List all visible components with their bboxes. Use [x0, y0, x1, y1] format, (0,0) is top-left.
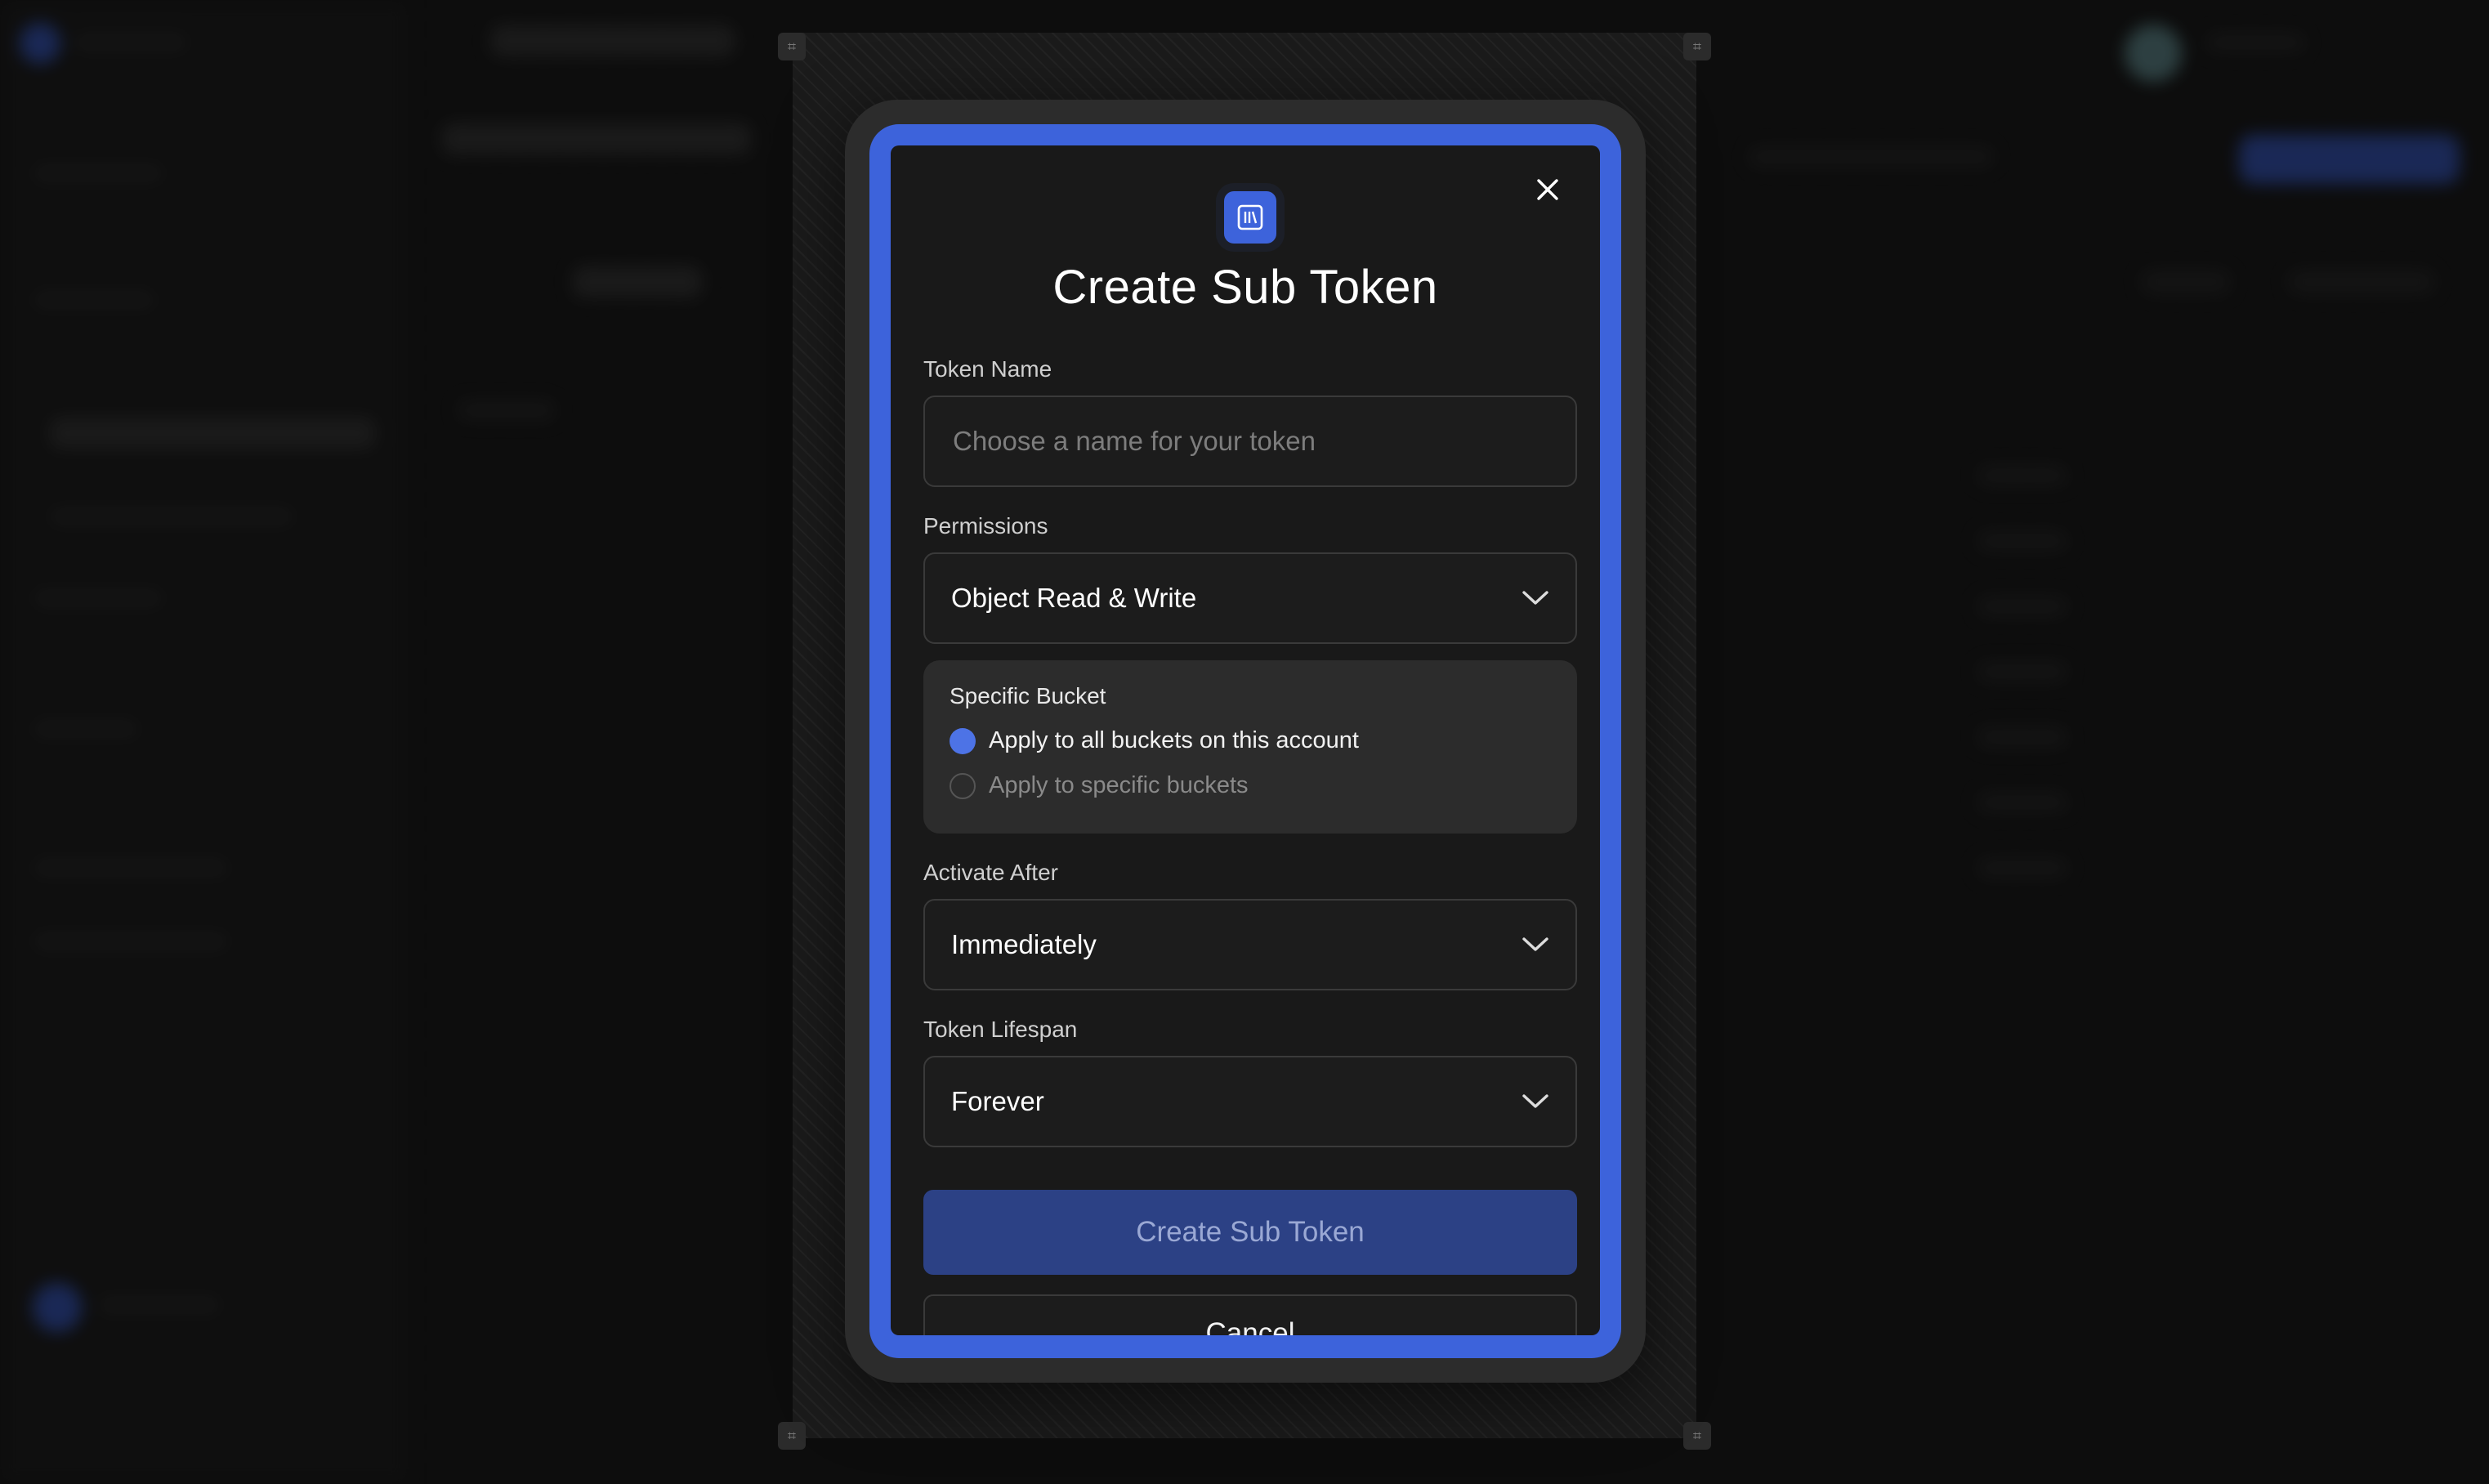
- radio-selected-icon[interactable]: [950, 727, 976, 754]
- token-lifespan-value: Forever: [951, 1086, 1044, 1116]
- modal-title: Create Sub Token: [1052, 261, 1438, 314]
- specific-bucket-title: Specific Bucket: [950, 683, 1106, 708]
- activate-after-select[interactable]: Immediately: [923, 899, 1577, 990]
- activate-after-label: Activate After: [923, 860, 1058, 885]
- bucket-icon: [1237, 204, 1263, 230]
- token-name-input[interactable]: [951, 425, 1549, 458]
- chevron-down-icon: [1522, 591, 1548, 605]
- token-name-label: Token Name: [923, 356, 1052, 382]
- permissions-label: Permissions: [923, 513, 1048, 539]
- permissions-value: Object Read & Write: [951, 583, 1197, 613]
- specific-bucket-panel: Specific Bucket Apply to all buckets on …: [923, 660, 1577, 834]
- corner-marker-icon: ⌗: [1683, 33, 1711, 60]
- token-name-field[interactable]: [923, 396, 1577, 487]
- create-sub-token-modal: Create Sub Token Token Name Permissions …: [891, 145, 1600, 1335]
- radio-specific-buckets-label: Apply to specific buckets: [989, 772, 1249, 798]
- radio-all-buckets[interactable]: Apply to all buckets on this account: [950, 727, 1551, 754]
- radio-unselected-icon[interactable]: [950, 772, 976, 799]
- radio-all-buckets-label: Apply to all buckets on this account: [989, 727, 1359, 753]
- chevron-down-icon: [1522, 937, 1548, 951]
- close-button[interactable]: [1528, 170, 1567, 209]
- activate-after-value: Immediately: [951, 929, 1097, 959]
- corner-marker-icon: ⌗: [778, 33, 806, 60]
- chevron-down-icon: [1522, 1094, 1548, 1108]
- token-lifespan-select[interactable]: Forever: [923, 1056, 1577, 1147]
- close-icon: [1537, 179, 1558, 200]
- corner-marker-icon: ⌗: [778, 1422, 806, 1450]
- cancel-button[interactable]: Cancel: [923, 1294, 1577, 1335]
- permissions-select[interactable]: Object Read & Write: [923, 552, 1577, 644]
- corner-marker-icon: ⌗: [1683, 1422, 1711, 1450]
- create-sub-token-button[interactable]: Create Sub Token: [923, 1190, 1577, 1275]
- bucket-icon-tile: [1224, 191, 1276, 244]
- token-lifespan-label: Token Lifespan: [923, 1017, 1078, 1042]
- radio-specific-buckets[interactable]: Apply to specific buckets: [950, 772, 1551, 799]
